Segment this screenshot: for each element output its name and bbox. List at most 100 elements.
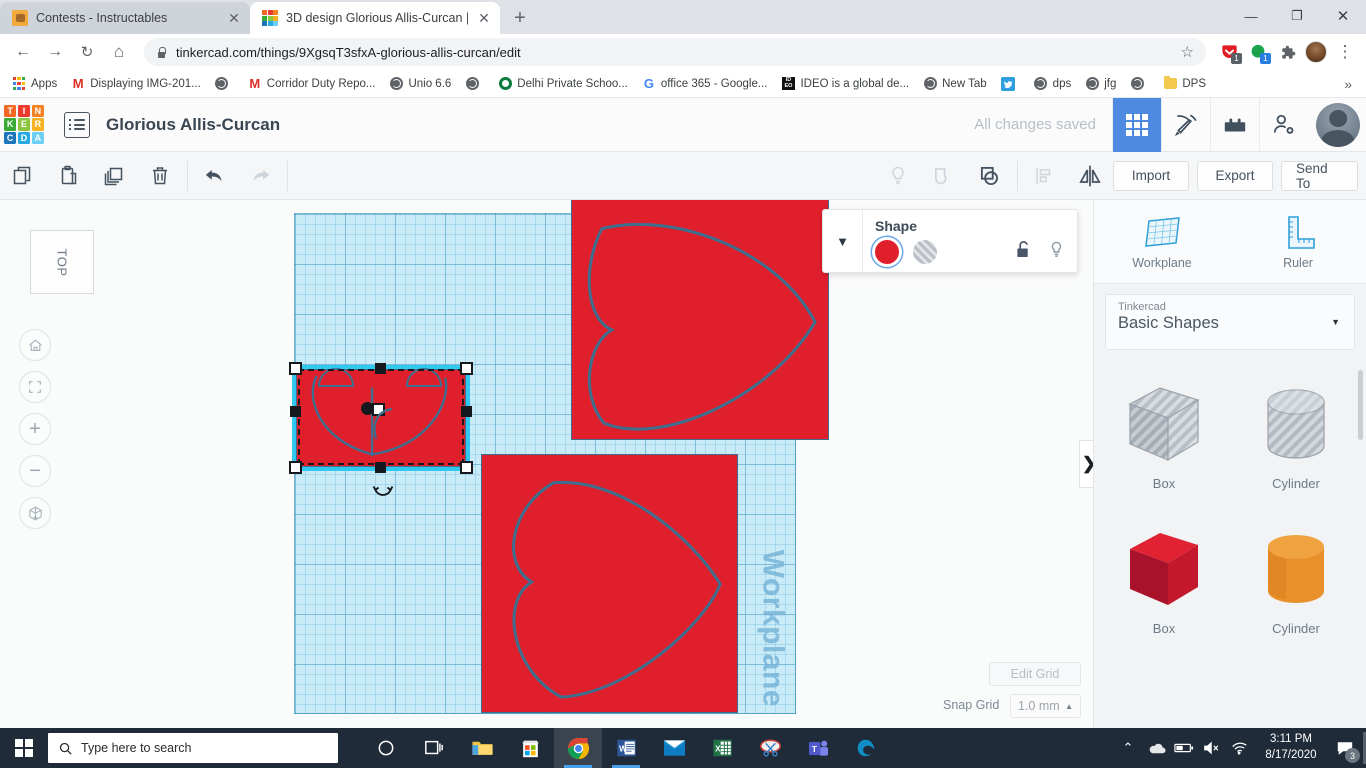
resize-handle-bottom[interactable] [375, 462, 386, 473]
zoom-in-icon[interactable]: + [19, 413, 51, 445]
resize-handle-left[interactable] [290, 406, 301, 417]
new-tab-button[interactable]: + [506, 4, 534, 32]
bookmark-apps[interactable]: Apps [6, 74, 63, 94]
ungroup-icon[interactable] [967, 152, 1013, 200]
home-view-icon[interactable] [19, 329, 51, 361]
sidebar-scrollbar[interactable] [1358, 370, 1363, 440]
start-button[interactable] [0, 728, 48, 768]
profile-avatar[interactable] [1303, 39, 1329, 65]
import-button[interactable]: Import [1113, 160, 1190, 191]
minimize-button[interactable]: — [1228, 0, 1274, 32]
redo-icon[interactable] [238, 152, 284, 200]
shape-library-select[interactable]: Tinkercad Basic Shapes ▼ [1105, 294, 1355, 350]
resize-handle-bl[interactable] [289, 461, 302, 474]
close-icon[interactable]: ✕ [226, 10, 242, 26]
reload-icon[interactable]: ↻ [72, 37, 102, 67]
zoom-out-icon[interactable]: − [19, 455, 51, 487]
tinkercad-logo-icon[interactable]: T I N K E R C D A [2, 103, 46, 147]
browser-tab-2[interactable]: 3D design Glorious Allis-Curcan | ✕ [250, 2, 500, 34]
shape-item-hole-cylinder[interactable]: Cylinder [1230, 362, 1362, 507]
duplicate-icon[interactable] [91, 152, 137, 200]
lightbulb-icon[interactable] [875, 152, 921, 200]
bookmark-item[interactable] [459, 74, 490, 94]
bookmark-item[interactable]: jfg [1079, 74, 1122, 94]
edit-grid-button[interactable]: Edit Grid [989, 662, 1081, 686]
shape-panel-collapse-icon[interactable]: ▼ [823, 210, 863, 272]
mail-icon[interactable] [650, 728, 698, 768]
google-chrome-icon[interactable] [554, 728, 602, 768]
resize-handle-br[interactable] [460, 461, 473, 474]
send-to-button[interactable]: Send To [1281, 160, 1359, 191]
invite-person-icon[interactable] [1259, 97, 1308, 152]
codeblocks-pickaxe-icon[interactable] [1161, 97, 1210, 152]
lock-icon[interactable] [1015, 240, 1032, 264]
show-hidden-icons-chevron[interactable]: ⌃ [1114, 728, 1142, 768]
align-icon[interactable] [1022, 152, 1068, 200]
3d-viewport[interactable]: Workplane TOP + − Edit Grid Snap Grid 1.… [0, 200, 1093, 728]
solid-color-swatch[interactable] [875, 240, 899, 264]
resize-handle-tl[interactable] [289, 362, 302, 375]
snipping-tool-icon[interactable] [746, 728, 794, 768]
window-close-button[interactable]: ✕ [1320, 0, 1366, 32]
resize-handle-right[interactable] [461, 406, 472, 417]
excel-icon[interactable]: X [698, 728, 746, 768]
group-icon[interactable] [921, 152, 967, 200]
address-bar[interactable]: tinkercad.com/things/9XgsqT3sfxA-gloriou… [144, 38, 1206, 66]
teams-icon[interactable]: T [794, 728, 842, 768]
bookmark-item[interactable]: M Displaying IMG-201... [65, 74, 207, 94]
export-button[interactable]: Export [1197, 160, 1274, 191]
bookmark-item[interactable]: New Tab [917, 74, 993, 94]
bookmark-star-icon[interactable]: ☆ [1181, 43, 1194, 61]
bookmark-item[interactable] [209, 74, 240, 94]
notifications-button[interactable]: 3 [1328, 728, 1362, 768]
copy-icon[interactable] [0, 152, 46, 200]
grid-view-icon[interactable] [1112, 97, 1161, 152]
snap-grid-select[interactable]: 1.0 mm ▲ [1010, 694, 1081, 718]
blocks-brick-icon[interactable] [1210, 97, 1259, 152]
view-cube-top[interactable]: TOP [30, 230, 94, 294]
hole-swatch[interactable] [913, 240, 937, 264]
task-view-icon[interactable] [410, 728, 458, 768]
bookmark-item[interactable]: ID EO IDEO is a global de... [775, 74, 915, 94]
bookmark-item[interactable] [995, 74, 1026, 94]
heart-box-top-right[interactable] [571, 200, 829, 440]
heart-box-bottom[interactable] [481, 454, 738, 713]
undo-icon[interactable] [192, 152, 238, 200]
resize-handle-tr[interactable] [460, 362, 473, 375]
lightbulb-icon[interactable] [1048, 240, 1065, 264]
pocket-extension-icon[interactable]: 1 [1216, 39, 1242, 65]
bookmark-item[interactable]: G office 365 - Google... [636, 74, 774, 94]
project-menu-icon[interactable] [64, 111, 90, 138]
bookmark-item[interactable]: dps [1028, 74, 1078, 94]
clock[interactable]: 3:11 PM 8/17/2020 [1254, 732, 1328, 763]
chrome-menu-icon[interactable]: ⋮ [1332, 39, 1358, 65]
volume-muted-icon[interactable] [1198, 728, 1226, 768]
microsoft-store-icon[interactable] [506, 728, 554, 768]
home-icon[interactable]: ⌂ [104, 37, 134, 67]
shape-item-orange-cylinder[interactable]: Cylinder [1230, 507, 1362, 652]
orthographic-toggle-icon[interactable] [19, 497, 51, 529]
rotate-handle[interactable] [372, 484, 394, 502]
mirror-icon[interactable] [1067, 152, 1113, 200]
delete-trash-icon[interactable] [137, 152, 183, 200]
fit-to-view-icon[interactable] [19, 371, 51, 403]
bookmark-item[interactable]: Delhi Private Schoo... [492, 74, 634, 94]
battery-icon[interactable] [1170, 728, 1198, 768]
bookmark-item[interactable]: M Corridor Duty Repo... [242, 74, 382, 94]
edge-icon[interactable] [842, 728, 890, 768]
forward-icon[interactable]: → [40, 37, 70, 67]
close-icon[interactable]: ✕ [476, 10, 492, 26]
resize-handle-top[interactable] [375, 363, 386, 374]
search-input[interactable]: Type here to search [48, 733, 338, 763]
wifi-icon[interactable] [1226, 728, 1254, 768]
onedrive-icon[interactable] [1142, 728, 1170, 768]
paste-icon[interactable] [46, 152, 92, 200]
back-icon[interactable]: ← [8, 37, 38, 67]
shape-item-red-box[interactable]: Box [1098, 507, 1230, 652]
workplane-tool[interactable]: Workplane [1094, 213, 1230, 270]
bookmark-folder-dps[interactable]: DPS [1157, 74, 1212, 94]
shape-item-hole-box[interactable]: Box [1098, 362, 1230, 507]
word-icon[interactable]: W [602, 728, 650, 768]
bookmark-item[interactable]: Unio 6.6 [383, 74, 457, 94]
green-extension-icon[interactable]: 1 [1245, 39, 1271, 65]
